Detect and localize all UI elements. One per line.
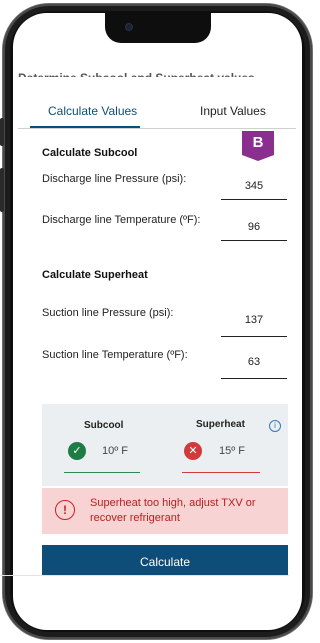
superheat-status-underline <box>182 472 260 473</box>
alert-icon: ! <box>55 500 75 520</box>
discharge-temperature-input[interactable]: 96 <box>221 221 287 233</box>
tab-bar: Calculate Values Input Values <box>18 96 296 129</box>
page-title: Determine Subcool and Superheat values <box>18 68 278 77</box>
camera-icon <box>125 23 133 31</box>
discharge-pressure-label: Discharge line Pressure (psi): <box>42 173 187 185</box>
error-alert: ! Superheat too high, adjust TXV or reco… <box>42 488 288 534</box>
suction-temperature-underline <box>221 378 287 379</box>
superheat-status-label: Superheat <box>196 419 245 430</box>
active-tab-indicator <box>30 126 140 128</box>
discharge-pressure-underline <box>221 199 287 200</box>
tab-input-values[interactable]: Input Values <box>200 104 266 118</box>
suction-temperature-input[interactable]: 63 <box>221 356 287 368</box>
suction-pressure-label: Suction line Pressure (psi): <box>42 307 174 319</box>
subcool-status-underline <box>64 472 140 473</box>
subcool-status-label: Subcool <box>84 420 124 431</box>
b-badge: B <box>242 131 274 161</box>
notch <box>105 13 211 43</box>
tab-calculate-values[interactable]: Calculate Values <box>48 104 137 118</box>
subcool-status-value: 10º F <box>102 445 129 457</box>
check-icon: ✓ <box>68 442 86 460</box>
status-panel: Subcool ✓ 10º F Superheat i ✕ 15º F <box>42 404 288 486</box>
side-button <box>0 168 4 212</box>
alert-message: Superheat too high, adjust TXV or recove… <box>90 497 256 524</box>
discharge-temperature-label: Discharge line Temperature (ºF): <box>42 214 201 226</box>
subcool-section-title: Calculate Subcool <box>42 147 138 159</box>
superheat-section-title: Calculate Superheat <box>42 269 148 281</box>
superheat-status-value: 15º F <box>219 445 246 457</box>
suction-pressure-underline <box>221 336 287 337</box>
suction-pressure-input[interactable]: 137 <box>221 314 287 326</box>
calculate-button[interactable]: Calculate <box>42 545 288 575</box>
discharge-temperature-underline <box>221 240 287 241</box>
info-icon[interactable]: i <box>269 420 281 432</box>
x-icon: ✕ <box>184 442 202 460</box>
suction-temperature-label: Suction line Temperature (ºF): <box>42 349 188 361</box>
discharge-pressure-input[interactable]: 345 <box>221 180 287 192</box>
side-button <box>0 118 4 146</box>
divider <box>0 575 289 576</box>
